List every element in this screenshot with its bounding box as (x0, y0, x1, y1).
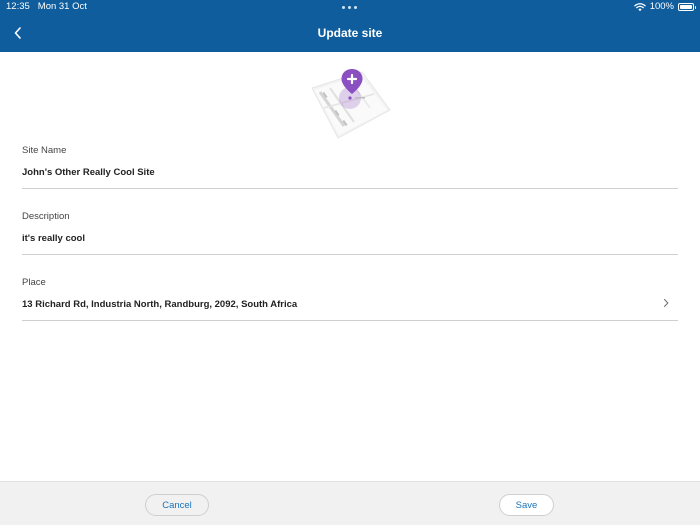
site-name-field[interactable]: Site Name John's Other Really Cool Site (22, 144, 678, 189)
description-label: Description (22, 211, 70, 222)
place-value[interactable]: 13 Richard Rd, Industria North, Randburg… (22, 298, 678, 312)
app-header: 12:35 Mon 31 Oct 100% Update site (0, 0, 700, 52)
site-name-value[interactable]: John's Other Really Cool Site (22, 166, 678, 180)
nav-bar: Update site (0, 14, 700, 52)
status-bar: 12:35 Mon 31 Oct 100% (0, 0, 700, 14)
description-value[interactable]: it's really cool (22, 232, 678, 246)
status-date: Mon 31 Oct (37, 1, 87, 12)
description-field[interactable]: Description it's really cool (22, 210, 678, 255)
wifi-icon (633, 3, 646, 12)
cancel-button[interactable]: Cancel (145, 494, 209, 516)
status-time: 12:35 (6, 1, 30, 12)
battery-percent: 100% (649, 1, 674, 12)
multitasking-dots-icon[interactable] (342, 6, 357, 9)
chevron-right-icon[interactable] (662, 298, 670, 308)
status-left: 12:35 Mon 31 Oct (6, 0, 87, 14)
page-title: Update site (317, 26, 383, 40)
place-field[interactable]: Place 13 Richard Rd, Industria North, Ra… (22, 276, 678, 321)
place-label: Place (22, 277, 46, 288)
save-button[interactable]: Save (499, 494, 554, 516)
status-right: 100% (633, 0, 696, 14)
battery-icon (678, 3, 696, 11)
map-pin-illustration (311, 69, 391, 139)
site-name-label: Site Name (22, 145, 67, 156)
footer-bar: Cancel Save (0, 481, 700, 525)
